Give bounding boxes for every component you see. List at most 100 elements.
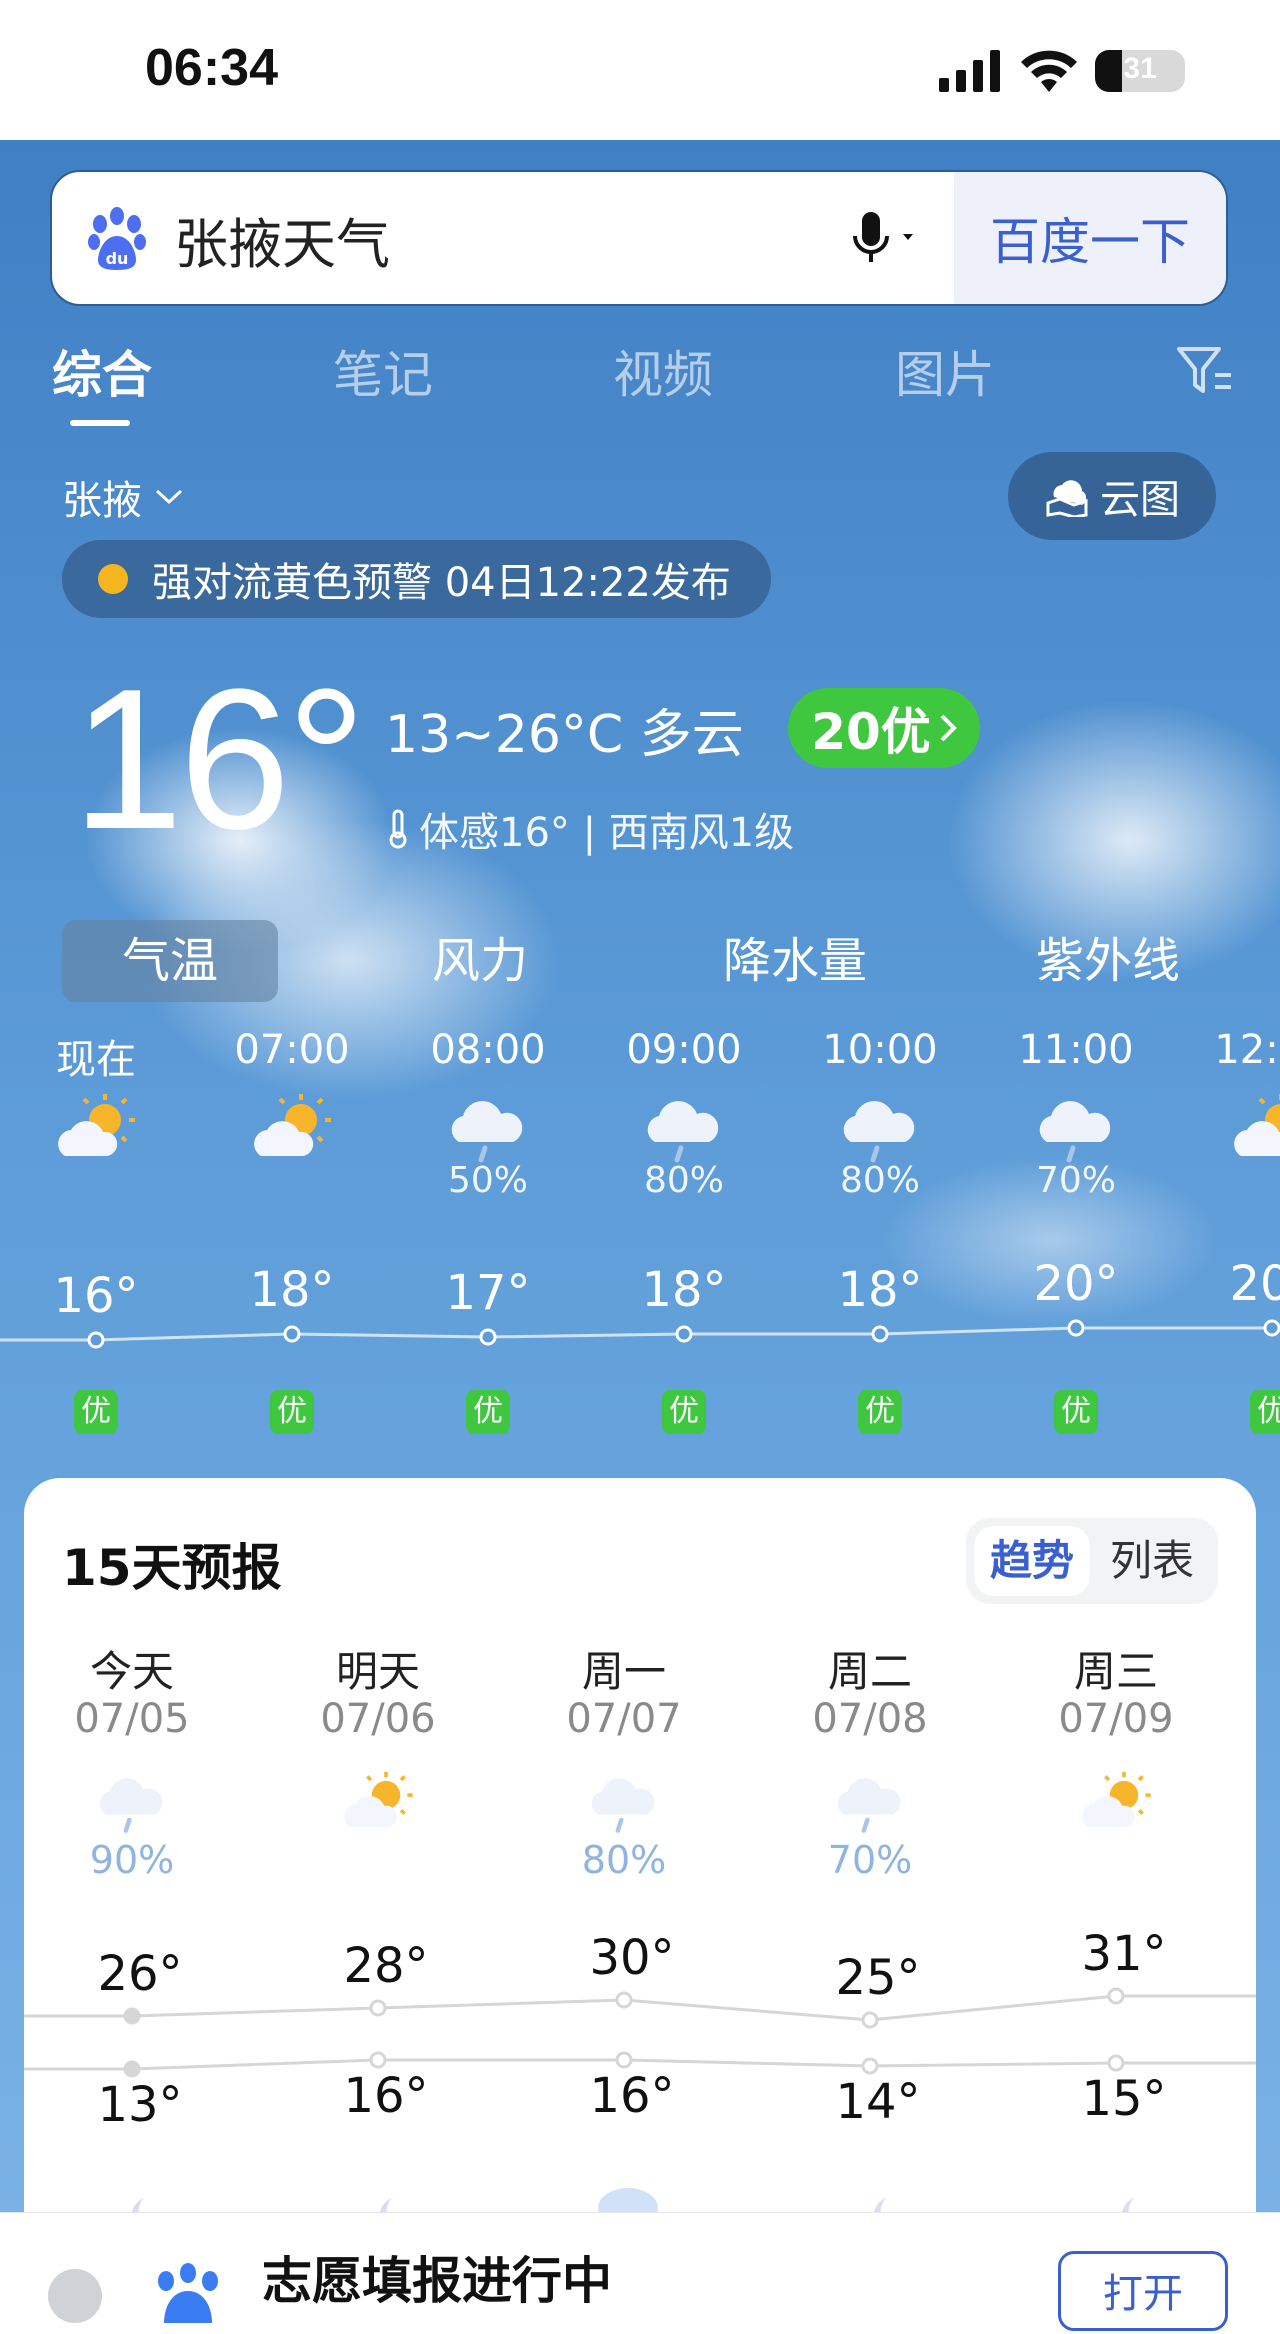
battery-level: 31 — [1123, 52, 1157, 85]
hourly-temp-point — [871, 1325, 889, 1343]
day-precipitation-probability: 80% — [581, 1838, 667, 1882]
day-date: 07/07 — [566, 1696, 682, 1742]
hourly-temp-point — [283, 1325, 301, 1343]
hour-aqi-badge: 优 — [858, 1390, 902, 1434]
daily-high-line-point — [615, 1991, 633, 2009]
day-name: 周一 — [581, 1647, 666, 1696]
partly-sunny-icon — [254, 1094, 331, 1156]
metric-tab-precipitation[interactable]: 降水量 — [695, 920, 895, 1002]
temperature-range-condition: 13~26°C 多云 — [385, 705, 744, 765]
hour-time: 10:00 — [822, 1027, 938, 1073]
baidu-paw-icon — [158, 2263, 218, 2323]
bottom-app-banner[interactable]: 志愿填报进行中 打开 — [0, 2212, 1280, 2331]
rain-cloud-icon — [451, 1101, 523, 1163]
partly-sunny-icon — [1234, 1094, 1280, 1156]
hour-aqi-badge: 优 — [1250, 1390, 1280, 1434]
hour-time: 现在 — [56, 1037, 136, 1083]
partly-sunny-icon — [1082, 1772, 1151, 1828]
filter-icon[interactable] — [1175, 343, 1235, 399]
hour-precipitation-probability: 50% — [447, 1160, 528, 1201]
tab-all[interactable]: 综合 — [52, 335, 152, 407]
daily-low-line-point — [369, 2051, 387, 2069]
weather-warning[interactable]: 强对流黄色预警 04日12:22发布 — [62, 540, 771, 618]
daily-low-line-point — [1107, 2054, 1125, 2072]
battery-icon: 31 — [1095, 50, 1185, 92]
current-temperature: 16° — [72, 648, 366, 871]
day-date: 07/08 — [812, 1696, 928, 1742]
feels-like-text: 体感16° | 西南风1级 — [419, 810, 795, 856]
day-high-temperature: 31° — [1081, 1926, 1167, 1982]
hourly-temp-point — [675, 1325, 693, 1343]
hour-aqi-badge: 优 — [74, 1390, 118, 1434]
day-date: 07/06 — [320, 1696, 436, 1742]
warning-dot-icon — [98, 564, 128, 594]
svg-text:du: du — [106, 249, 129, 268]
daily-low-line-point — [123, 2060, 141, 2078]
baidu-paw-icon: du — [88, 207, 146, 270]
rain-cloud-icon — [1039, 1101, 1111, 1163]
hour-aqi-badge: 优 — [1054, 1390, 1098, 1434]
daily-temperature-lines — [24, 1987, 1256, 2078]
partly-sunny-icon — [58, 1094, 135, 1156]
forecast-title: 15天预报 — [62, 1539, 282, 1597]
partly-sunny-icon — [344, 1772, 413, 1828]
metric-tab-temperature[interactable]: 气温 — [62, 920, 278, 1002]
hourly-temp-point — [479, 1328, 497, 1346]
search-input[interactable]: 张掖天气 — [174, 200, 390, 279]
hour-time: 12:00 — [1214, 1027, 1280, 1073]
hour-aqi-badge: 优 — [466, 1390, 510, 1434]
search-box[interactable]: du 张掖天气 百度一下 — [50, 170, 1228, 306]
open-app-button[interactable]: 打开 — [1058, 2251, 1228, 2331]
view-list-button[interactable]: 列表 — [1094, 1526, 1210, 1596]
active-tab-indicator — [70, 420, 130, 426]
cloud-map-button[interactable]: 云图 — [1008, 452, 1216, 540]
metric-tabs: 气温 风力 降水量 紫外线 — [0, 920, 1280, 1020]
rain-cloud-icon — [591, 1778, 655, 1833]
rain-cloud-icon — [647, 1101, 719, 1163]
city-name: 张掖 — [62, 478, 142, 524]
day-precipitation-probability: 90% — [89, 1838, 175, 1882]
signal-icon — [939, 50, 1000, 92]
fifteen-day-forecast-card: 15天预报 趋势 列表 今天 07/05 90% 26° 13° 明天 07/06 28° 16… — [24, 1478, 1256, 2238]
hour-time: 07:00 — [234, 1027, 350, 1073]
daily-high-line-point — [861, 2011, 879, 2029]
wifi-icon — [1021, 50, 1077, 92]
view-trend-button[interactable]: 趋势 — [974, 1526, 1090, 1596]
hourly-temp-point — [1263, 1319, 1280, 1337]
hour-time: 09:00 — [626, 1027, 742, 1073]
tab-images[interactable]: 图片 — [895, 335, 995, 407]
metric-tab-wind[interactable]: 风力 — [380, 920, 580, 1002]
microphone-icon[interactable] — [847, 208, 917, 270]
day-name: 周二 — [827, 1647, 912, 1696]
hour-precipitation-probability: 70% — [1035, 1160, 1116, 1201]
status-time: 06:34 — [145, 39, 278, 97]
daily-high-line-point — [1107, 1987, 1125, 2005]
daily-high-line — [24, 1994, 1256, 2022]
day-name: 今天 — [89, 1647, 174, 1696]
hourly-temp-point — [1067, 1319, 1085, 1337]
status-bar: 06:34 31 — [0, 0, 1280, 140]
city-selector[interactable]: 张掖 — [62, 468, 184, 526]
hour-time: 08:00 — [430, 1027, 546, 1073]
daily-low-line — [24, 2058, 1256, 2071]
rain-cloud-icon — [843, 1101, 915, 1163]
tab-notes[interactable]: 笔记 — [333, 335, 433, 407]
chevron-down-icon — [155, 489, 183, 505]
cloud-map-label: 云图 — [1100, 477, 1180, 523]
day-name: 明天 — [335, 1647, 420, 1696]
status-icons: 31 — [939, 50, 1185, 92]
daily-high-line-point — [369, 1999, 387, 2017]
search-button[interactable]: 百度一下 — [954, 172, 1226, 304]
aqi-badge[interactable]: 20优 — [788, 688, 980, 768]
hour-aqi-badge: 优 — [662, 1390, 706, 1434]
close-icon[interactable] — [48, 2269, 102, 2323]
tab-videos[interactable]: 视频 — [613, 335, 713, 407]
aqi-value: 20优 — [811, 703, 931, 761]
thermometer-icon — [389, 809, 407, 849]
view-toggle[interactable]: 趋势 列表 — [966, 1518, 1218, 1604]
metric-tab-uv[interactable]: 紫外线 — [1008, 920, 1208, 1002]
feels-like-wind: 体感16° | 西南风1级 — [385, 800, 794, 858]
hour-precipitation-probability: 80% — [643, 1160, 724, 1201]
banner-text: 志愿填报进行中 — [262, 2252, 612, 2310]
hourly-temperature-line — [0, 1319, 1280, 1349]
